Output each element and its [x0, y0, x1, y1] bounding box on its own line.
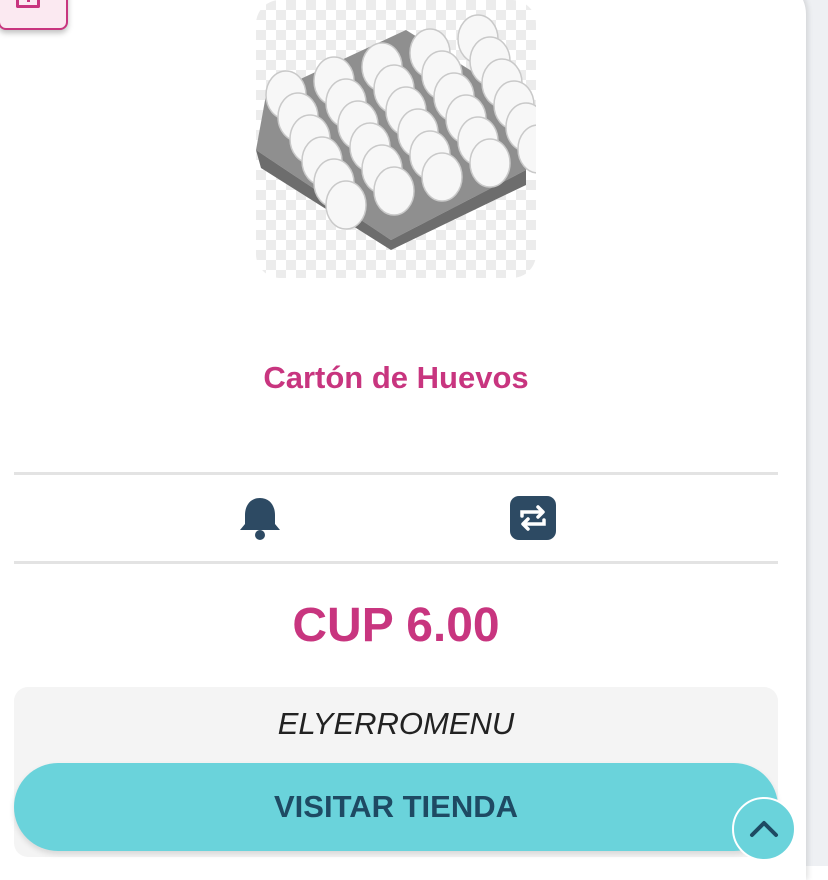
bell-icon: [240, 498, 280, 540]
notify-button[interactable]: [238, 496, 282, 547]
egg-shape: [421, 152, 463, 202]
swap-icon: [510, 496, 556, 540]
divider-top: [14, 472, 778, 475]
chevron-up-icon: [750, 821, 778, 837]
corner-tag[interactable]: [0, 0, 68, 30]
compare-button[interactable]: [510, 496, 556, 545]
product-price: CUP 6.00: [292, 599, 500, 652]
tag-icon: [16, 0, 40, 8]
store-name[interactable]: ELYERROMENU: [0, 706, 792, 742]
product-title: Cartón de Huevos: [263, 360, 529, 395]
scroll-to-top-button[interactable]: [732, 797, 796, 861]
egg-shape: [469, 138, 511, 188]
product-image[interactable]: [256, 0, 536, 278]
visit-store-button[interactable]: VISITAR TIENDA: [14, 763, 778, 851]
egg-shape: [373, 166, 415, 216]
divider-bottom: [14, 561, 778, 564]
egg-carton-image: [256, 14, 536, 250]
egg-shape: [325, 180, 367, 230]
